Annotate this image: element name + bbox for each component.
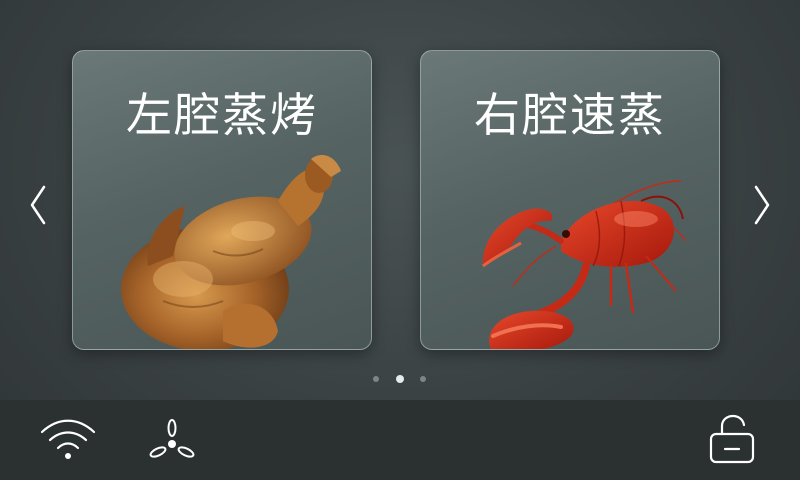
page-dot[interactable] — [420, 376, 426, 382]
red-lobster-icon — [482, 180, 687, 349]
next-page-button[interactable] — [748, 183, 776, 227]
unlock-icon — [709, 414, 755, 464]
fan-icon — [149, 419, 195, 458]
prev-page-button[interactable] — [24, 183, 52, 227]
wifi-icon — [40, 419, 96, 459]
wifi-button[interactable] — [40, 418, 96, 462]
page-indicator — [0, 375, 800, 384]
child-lock-button[interactable] — [708, 414, 756, 466]
page-dot-active[interactable] — [396, 375, 404, 383]
mode-card-right-cavity[interactable]: 右腔速蒸 — [420, 50, 720, 350]
status-bar — [0, 400, 800, 480]
fan-button[interactable] — [148, 418, 196, 462]
roast-chicken-icon — [121, 155, 341, 349]
mode-card-left-cavity[interactable]: 左腔蒸烤 — [72, 50, 372, 350]
page-dot[interactable] — [373, 376, 379, 382]
mode-carousel: 左腔蒸烤 右腔速蒸 — [0, 0, 800, 400]
chevron-right-icon — [754, 185, 770, 225]
chevron-left-icon — [30, 185, 46, 225]
